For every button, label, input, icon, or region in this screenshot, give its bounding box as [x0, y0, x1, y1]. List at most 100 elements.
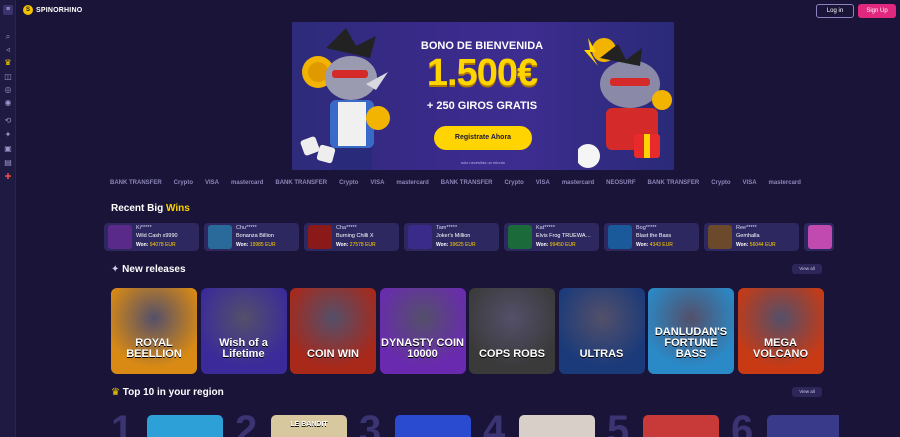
promo-banner[interactable]: BONO DE BIENVENIDA 1.500€ + 250 GIROS GR…: [292, 22, 674, 170]
logo-text: SPINORHINO: [36, 6, 83, 14]
top10-carousel[interactable]: 1 2 LE BANDIT 3 4 5 6: [111, 410, 839, 437]
win-card[interactable]: Chu***** Bonanza Billion Won: 19985 EUR: [204, 223, 299, 251]
win-card[interactable]: Ki***** Wild Cash x9990 Won: 94078 EUR: [104, 223, 199, 251]
payment-logo: VISA: [370, 180, 385, 186]
win-card[interactable]: Kat***** Elvis Frog TRUEWA… Won: 99450 EUR: [504, 223, 599, 251]
win-amount: 19985 EUR: [249, 242, 276, 248]
gift-icon[interactable]: ✦: [3, 130, 13, 140]
crown-icon[interactable]: ♛: [3, 58, 13, 68]
win-card[interactable]: Cha***** Burning Chilli X Won: 27578 EUR: [304, 223, 399, 251]
game-tile[interactable]: MEGA VOLCANO: [737, 288, 824, 374]
payment-logo: BANK TRANSFER: [440, 180, 493, 186]
win-game: Wild Cash x9990: [136, 233, 178, 239]
payment-logo: BANK TRANSFER: [275, 180, 328, 186]
new-releases-carousel[interactable]: ROYAL BEELLION Wish of a Lifetime COIN WIN…: [111, 288, 839, 374]
win-game: Gemhalla: [736, 233, 760, 239]
game-title: COIN WIN: [307, 348, 359, 360]
top10-game-title: [395, 415, 471, 421]
gamepad-icon[interactable]: ◫: [3, 72, 13, 82]
new-releases-view-all-button[interactable]: View all: [792, 264, 822, 274]
win-card[interactable]: Bog***** Blast the Bass Won: 4343 EUR: [604, 223, 699, 251]
won-label: Won:: [536, 242, 549, 248]
top10-title-text: Top 10 in your region: [122, 387, 224, 398]
logo[interactable]: S SPINORHINO: [23, 5, 82, 15]
rank-number: 1: [111, 410, 134, 437]
payment-methods-strip: BANK TRANSFER Crypto VISA mastercard BANK TR…: [110, 177, 840, 189]
live-icon[interactable]: ◉: [3, 98, 13, 108]
payment-logo: Crypto: [173, 180, 194, 186]
register-now-button[interactable]: Regístrate Ahora: [434, 126, 532, 150]
top10-game-tile[interactable]: [147, 415, 223, 437]
logo-icon: S: [23, 5, 33, 15]
game-thumbnail: [308, 225, 332, 249]
won-label: Won:: [236, 242, 249, 248]
win-amount: 27578 EUR: [349, 242, 376, 248]
top10-game-tile[interactable]: [395, 415, 471, 437]
game-tile[interactable]: ULTRAS: [558, 288, 645, 374]
top10-game-title: LE BANDIT: [290, 421, 328, 428]
game-title: COPS ROBS: [478, 348, 545, 360]
game-tile[interactable]: DANLUDAN'S FORTUNE BASS: [648, 288, 734, 374]
top10-title: ♛ Top 10 in your region: [111, 387, 224, 398]
game-tile[interactable]: DYNASTY COIN 10000: [379, 288, 466, 374]
rank-number: 4: [483, 410, 506, 437]
recent-wins-title-text: Recent Big: [111, 203, 164, 214]
top10-game-tile[interactable]: [643, 415, 719, 437]
win-amount-row: Won: 4343 EUR: [636, 242, 673, 248]
top10-game-tile[interactable]: LE BANDIT: [271, 415, 347, 437]
rhino-mascot-right: [578, 38, 672, 168]
top10-view-all-button[interactable]: View all: [792, 387, 822, 397]
top10-game-tile[interactable]: [767, 415, 839, 437]
won-label: Won:: [336, 242, 349, 248]
win-amount: 39625 EUR: [449, 242, 476, 248]
win-game: Joker's Million: [436, 233, 471, 239]
sparkle-icon: ✦: [111, 264, 120, 275]
game-tile[interactable]: COPS ROBS: [469, 288, 555, 374]
recent-wins-carousel[interactable]: Ki***** Wild Cash x9990 Won: 94078 EUR Chu*…: [104, 223, 834, 251]
support-icon[interactable]: ▣: [3, 144, 13, 154]
megaphone-icon[interactable]: ◃: [3, 45, 13, 55]
win-user: Tam*****: [436, 225, 458, 231]
win-amount-row: Won: 39625 EUR: [436, 242, 476, 248]
game-tile[interactable]: ROYAL BEELLION: [111, 288, 197, 374]
game-title: MEGA VOLCANO: [753, 337, 808, 360]
game-thumbnail: [608, 225, 632, 249]
banner-amount: 1.500€: [426, 52, 538, 94]
win-card[interactable]: Tam***** Joker's Million Won: 39625 EUR: [404, 223, 499, 251]
casino-chip-icon[interactable]: ◎: [3, 85, 13, 95]
win-game: Elvis Frog TRUEWA…: [536, 233, 592, 239]
top10-game-title: [519, 415, 595, 421]
win-game: Blast the Bass: [636, 233, 672, 239]
payment-logo: Crypto: [711, 180, 731, 186]
win-user: Kat*****: [536, 225, 555, 231]
banner-note: solo necesitas un minuto: [460, 160, 506, 165]
flag-uk-icon[interactable]: ✚: [3, 172, 13, 182]
search-icon[interactable]: ⌕: [3, 32, 13, 42]
win-card[interactable]: Ree***** Gemhalla Won: 56044 EUR: [704, 223, 799, 251]
game-title: DYNASTY COIN 10000: [381, 337, 464, 360]
win-card-partial[interactable]: [804, 223, 834, 251]
win-amount-row: Won: 99450 EUR: [536, 242, 576, 248]
promo-icon[interactable]: ▤: [3, 158, 13, 168]
game-thumbnail: [508, 225, 532, 249]
game-tile[interactable]: COIN WIN: [290, 288, 376, 374]
recent-wins-title: Recent Big Wins: [111, 203, 190, 214]
banner-subtitle: + 250 GIROS GRATIS: [426, 100, 538, 112]
payment-logo: mastercard: [231, 180, 264, 186]
won-label: Won:: [136, 242, 149, 248]
game-tile[interactable]: Wish of a Lifetime: [200, 288, 287, 374]
signup-button[interactable]: Sign Up: [858, 4, 896, 18]
history-icon[interactable]: ⟲: [3, 116, 13, 126]
top10-game-tile[interactable]: [519, 415, 595, 437]
game-title: DANLUDAN'S FORTUNE BASS: [654, 326, 728, 360]
recent-wins-title-accent: Wins: [166, 203, 190, 214]
sidebar: ≡ ⌕ ◃ ♛ ◫ ◎ ◉ ⟲ ✦ ▣ ▤ ✚: [0, 0, 16, 437]
win-user: Ki*****: [136, 225, 152, 231]
win-amount-row: Won: 19985 EUR: [236, 242, 276, 248]
top-bar: [16, 0, 900, 22]
game-thumbnail: [708, 225, 732, 249]
payment-logo: VISA: [535, 180, 550, 186]
menu-icon[interactable]: ≡: [3, 5, 13, 15]
login-button[interactable]: Log in: [816, 4, 854, 18]
payment-logo: VISA: [205, 180, 220, 186]
